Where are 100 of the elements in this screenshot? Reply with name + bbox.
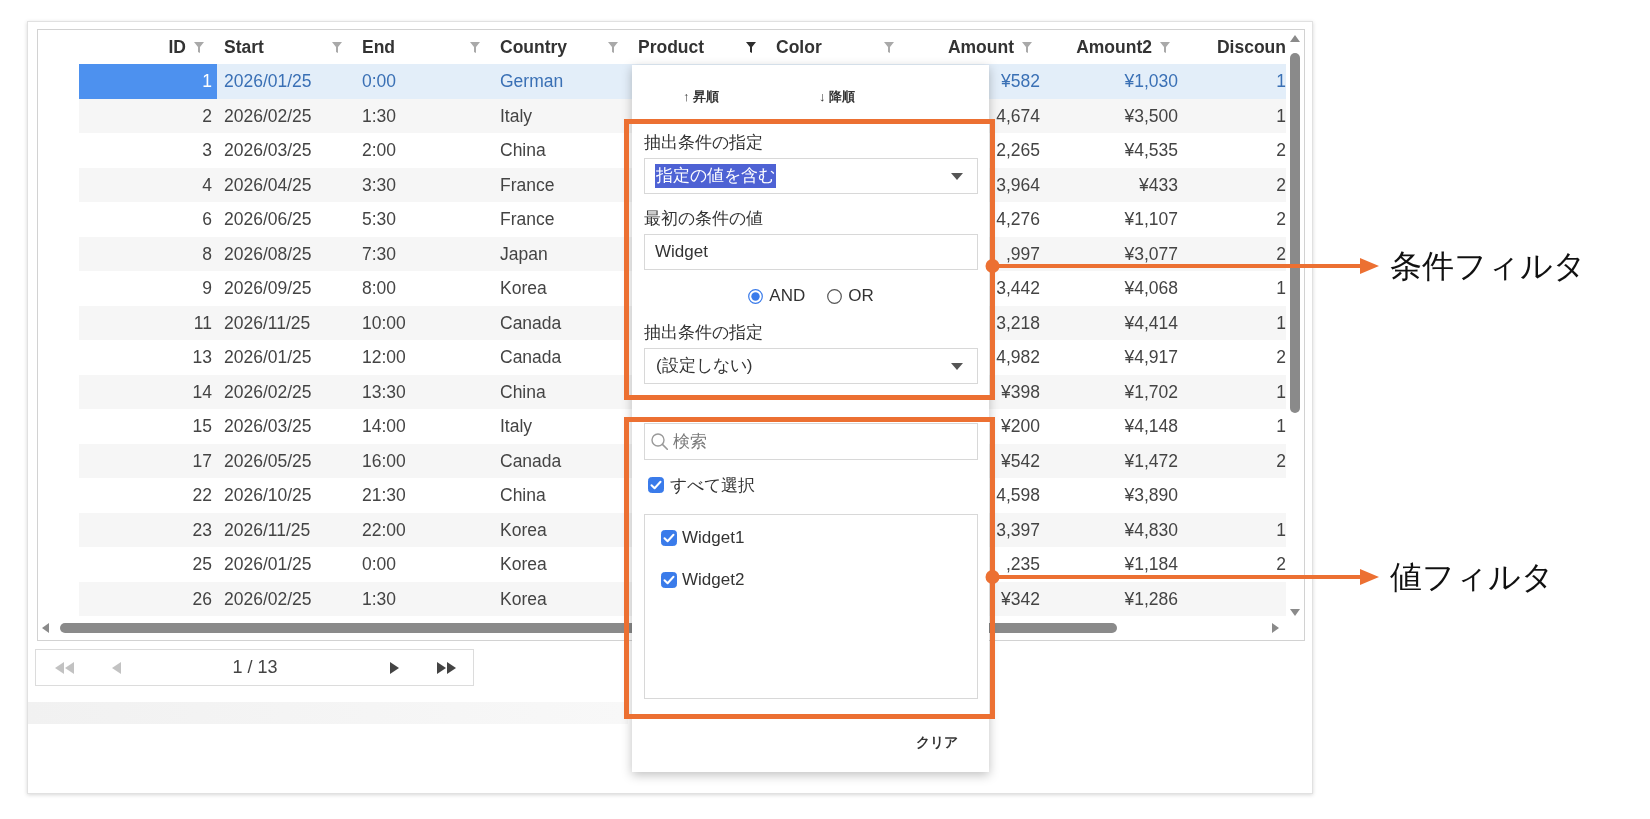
amount-value: 4,276	[996, 210, 1040, 229]
start-date: 2026/03/25	[224, 417, 312, 436]
country-name: Korea	[500, 520, 547, 539]
amount-value: ¥200	[1001, 417, 1040, 436]
row-id: 15	[192, 417, 212, 436]
start-date: 2026/05/25	[224, 451, 312, 470]
amount2-value: ¥1,107	[1124, 210, 1178, 229]
country-name: Japan	[500, 244, 548, 263]
end-time: 3:30	[362, 175, 397, 194]
start-date: 2026/06/25	[224, 210, 312, 229]
discount-value: 1	[1276, 279, 1286, 298]
row-id: 1	[202, 72, 212, 91]
start-date: 2026/02/25	[224, 589, 312, 608]
end-time: 5:30	[362, 210, 397, 229]
amount-value: ,235	[1005, 555, 1040, 574]
row-id: 8	[202, 244, 212, 263]
amount-value: 3,442	[996, 279, 1040, 298]
row-id: 13	[192, 348, 212, 367]
row-id: 23	[192, 520, 212, 539]
amount-value: 3,218	[996, 313, 1040, 332]
page-indicator: 1 / 13	[231, 657, 279, 678]
discount-value: 2	[1276, 175, 1286, 194]
discount-value: 1	[1276, 106, 1286, 125]
field-label: 抽出条件の指定	[644, 132, 763, 154]
amount2-value: ¥4,148	[1124, 417, 1178, 436]
discount-value: 2	[1276, 451, 1286, 470]
row-id: 11	[193, 313, 212, 332]
end-time: 22:00	[362, 520, 406, 539]
end-time: 12:00	[362, 348, 406, 367]
start-date: 2026/10/25	[224, 486, 312, 505]
start-date: 2026/01/25	[224, 72, 312, 91]
row-id: 6	[202, 210, 212, 229]
amount-value: 2,265	[996, 141, 1040, 160]
country-name: Italy	[500, 417, 533, 436]
country-name: Korea	[500, 589, 547, 608]
amount2-value: ¥1,286	[1124, 589, 1178, 608]
end-time: 1:30	[362, 106, 397, 125]
amount-value: 4,598	[996, 486, 1040, 505]
amount-value: 3,964	[996, 175, 1040, 194]
country-name: Canada	[500, 348, 562, 367]
start-date: 2026/01/25	[224, 555, 312, 574]
row-id: 14	[192, 382, 212, 401]
end-time: 16:00	[362, 451, 406, 470]
callout-label: 条件フィルタ	[1390, 245, 1586, 286]
country-name: German	[500, 72, 564, 91]
amount2-value: ¥4,830	[1124, 520, 1178, 539]
discount-value: 2	[1276, 141, 1286, 160]
end-time: 13:30	[362, 382, 406, 401]
row-id: 26	[192, 589, 212, 608]
discount-value: 2	[1276, 244, 1286, 263]
amount-value: ¥542	[1001, 451, 1040, 470]
start-date: 2026/11/25	[224, 313, 311, 332]
start-date: 2026/09/25	[224, 279, 312, 298]
amount2-value: ¥433	[1139, 175, 1178, 194]
row-id: 3	[202, 141, 212, 160]
end-time: 21:30	[362, 486, 406, 505]
row-id: 25	[192, 555, 212, 574]
row-id: 17	[192, 451, 212, 470]
amount-value: ¥582	[1001, 72, 1040, 91]
discount-value: 2	[1276, 555, 1286, 574]
start-date: 2026/01/25	[224, 348, 312, 367]
amount2-value: ¥1,184	[1124, 555, 1178, 574]
amount2-value: ¥1,472	[1124, 451, 1178, 470]
country-name: China	[500, 382, 546, 401]
discount-value: 1	[1276, 520, 1286, 539]
row-id: 22	[192, 486, 212, 505]
amount2-value: ¥4,535	[1124, 141, 1178, 160]
amount2-value: ¥3,077	[1124, 244, 1178, 263]
amount2-value: ¥4,068	[1124, 279, 1178, 298]
start-date: 2026/02/25	[224, 382, 312, 401]
country-name: China	[500, 486, 546, 505]
amount-value: ¥342	[1001, 589, 1040, 608]
amount-value: ¥398	[1001, 382, 1040, 401]
country-name: Korea	[500, 279, 547, 298]
discount-value: 2	[1276, 348, 1286, 367]
discount-value: 1	[1276, 382, 1286, 401]
field-label: 抽出条件の指定	[644, 322, 763, 344]
end-time: 2:00	[362, 141, 397, 160]
country-name: France	[500, 175, 555, 194]
end-time: 8:00	[362, 279, 397, 298]
discount-value: 1	[1276, 313, 1286, 332]
country-name: China	[500, 141, 546, 160]
end-time: 10:00	[362, 313, 406, 332]
start-date: 2026/11/25	[224, 520, 311, 539]
amount2-value: ¥1,030	[1124, 72, 1178, 91]
amount2-value: ¥4,917	[1124, 348, 1178, 367]
row-id: 2	[202, 106, 212, 125]
discount-value: 2	[1276, 210, 1286, 229]
start-date: 2026/02/25	[224, 106, 312, 125]
amount-value: 3,397	[996, 520, 1040, 539]
end-time: 1:30	[362, 589, 397, 608]
amount-value: 4,674	[996, 106, 1040, 125]
amount2-value: ¥1,702	[1124, 382, 1178, 401]
country-name: Italy	[500, 106, 533, 125]
country-name: Canada	[500, 451, 562, 470]
country-name: Korea	[500, 555, 547, 574]
country-name: Canada	[500, 313, 562, 332]
amount-value: ,997	[1005, 244, 1040, 263]
field-label: 最初の条件の値	[644, 208, 763, 230]
start-date: 2026/08/25	[224, 244, 312, 263]
